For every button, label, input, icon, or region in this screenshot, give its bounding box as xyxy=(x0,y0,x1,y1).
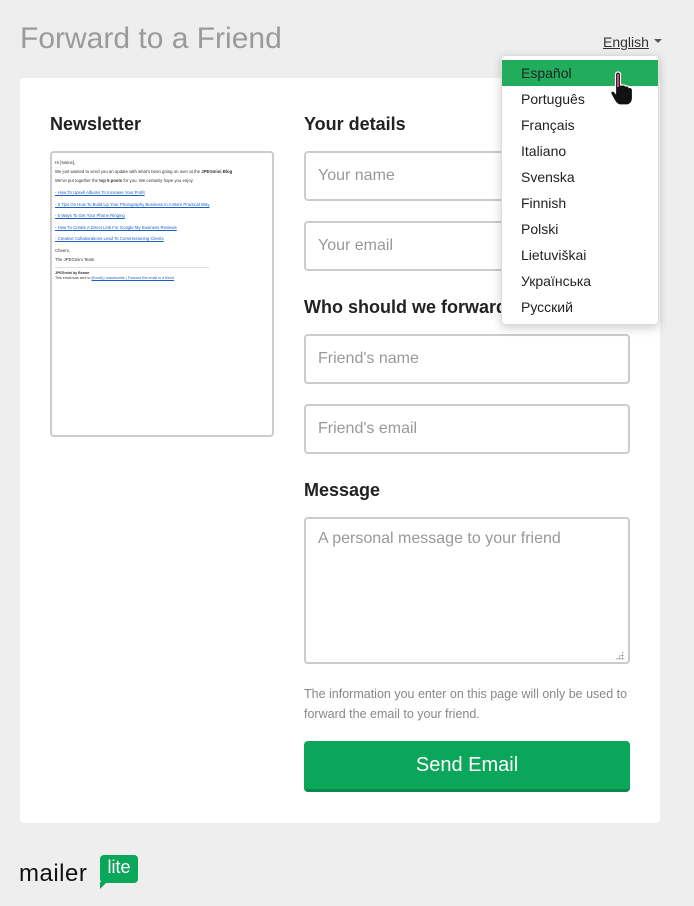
language-current: English xyxy=(603,34,649,50)
newsletter-heading: Newsletter xyxy=(50,114,142,134)
preview-footer: This email was sent to [Email] | unsubsc… xyxy=(55,275,175,280)
logo-badge: lite xyxy=(100,855,138,889)
friend-name-input[interactable] xyxy=(304,334,630,384)
preview-divider xyxy=(55,266,209,268)
language-option-fi[interactable]: Finnish xyxy=(502,190,658,216)
preview-intro: We just wanted to send you an update wit… xyxy=(55,169,233,174)
hand-pointer-cursor-icon xyxy=(610,71,634,106)
caret-down-icon xyxy=(653,39,662,44)
newsletter-preview: Hi [Name], We just wanted to send you an… xyxy=(50,151,274,437)
language-option-pl[interactable]: Polski xyxy=(502,216,658,242)
page-title: Forward to a Friend xyxy=(20,22,282,55)
preview-link[interactable]: - 5 Ways To Get Your Phone Ringing xyxy=(55,213,269,219)
preview-link[interactable]: - 5 Tips On How To Build Up Your Photogr… xyxy=(55,202,269,208)
message-heading: Message xyxy=(304,480,381,500)
privacy-disclaimer: The information you enter on this page w… xyxy=(304,687,628,721)
language-option-it[interactable]: Italiano xyxy=(502,138,658,164)
your-details-heading: Your details xyxy=(304,114,406,134)
language-option-fr[interactable]: Français xyxy=(502,112,658,138)
language-dropdown: Español Português Français Italiano Sven… xyxy=(501,55,659,325)
preview-link[interactable]: - How To Create A Direct Link For Google… xyxy=(55,225,269,231)
language-option-uk[interactable]: Українська xyxy=(502,268,658,294)
preview-intro-2: We've put together the top 5 posts for y… xyxy=(55,178,194,183)
friend-email-input[interactable] xyxy=(304,404,630,454)
send-email-button[interactable]: Send Email xyxy=(304,741,630,792)
preview-link[interactable]: - How To Upsell Albums To Increase Your … xyxy=(55,190,269,196)
preview-signoff: Cheers, xyxy=(55,247,71,253)
preview-team: The JPEGmini Team xyxy=(55,256,95,262)
forward-to-heading: Who should we forward xyxy=(304,297,507,317)
language-option-sv[interactable]: Svenska xyxy=(502,164,658,190)
language-option-ru[interactable]: Русский xyxy=(502,294,658,320)
preview-greeting: Hi [Name], xyxy=(55,160,76,165)
preview-link[interactable]: - Creative Collaborations Lead To Commis… xyxy=(55,236,269,242)
language-selector[interactable]: English xyxy=(603,34,662,50)
logo-wordmark: mailer xyxy=(19,860,88,887)
message-textarea[interactable] xyxy=(304,517,630,664)
language-option-lt[interactable]: Lietuviškai xyxy=(502,242,658,268)
